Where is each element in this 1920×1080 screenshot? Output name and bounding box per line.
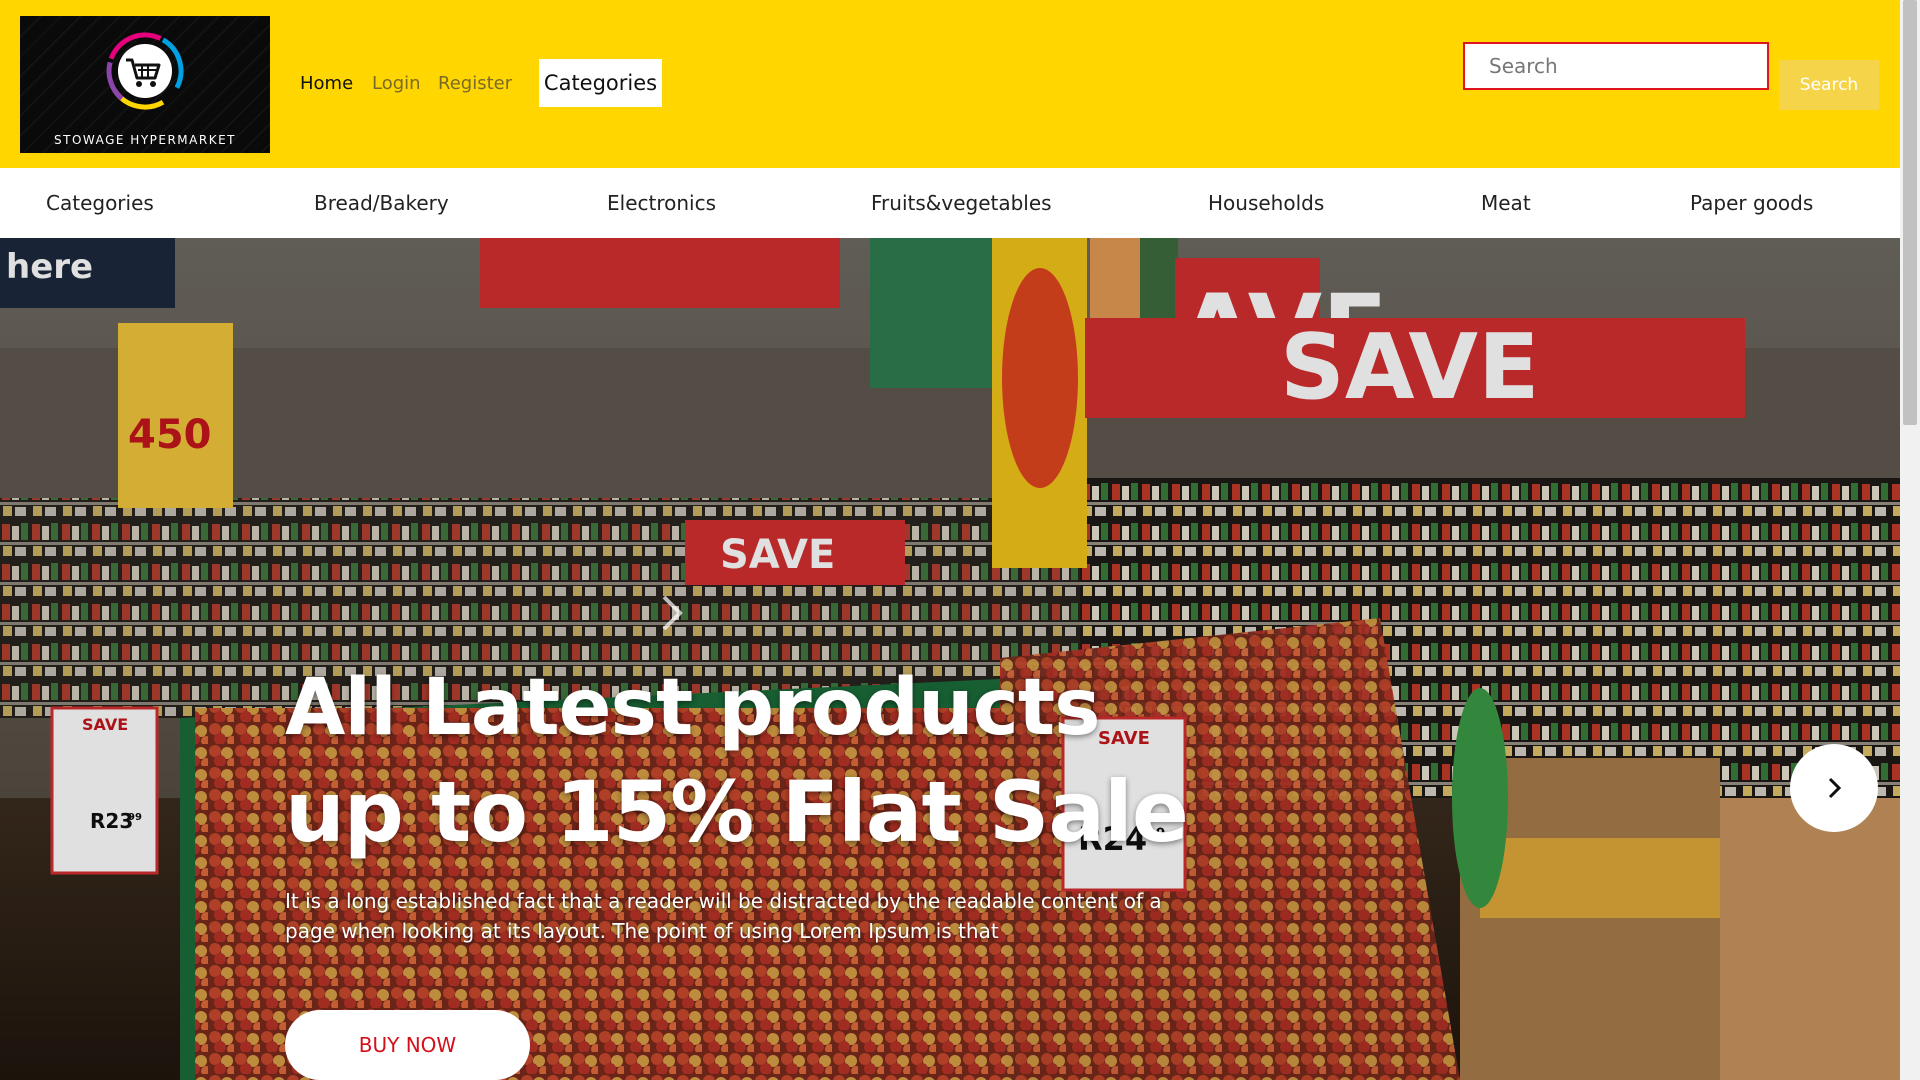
- hero-title-line1: All Latest products: [285, 663, 1101, 753]
- buy-now-button[interactable]: BUY NOW: [285, 1010, 530, 1080]
- next-slide-button[interactable]: [1790, 744, 1878, 832]
- chevron-right-faint-icon: [662, 595, 683, 631]
- shopping-cart-icon: [106, 32, 184, 110]
- category-item-paper-goods[interactable]: Paper goods: [1690, 191, 1813, 215]
- scrollbar-thumb[interactable]: [1903, 0, 1917, 425]
- logo-text: STOWAGE HYPERMARKET: [54, 133, 236, 147]
- nav-register-link[interactable]: Register: [438, 73, 512, 94]
- search-button[interactable]: Search: [1779, 60, 1879, 110]
- category-item-categories[interactable]: Categories: [46, 191, 154, 215]
- logo[interactable]: STOWAGE HYPERMARKET: [20, 16, 270, 153]
- search-input[interactable]: [1463, 42, 1769, 90]
- nav-categories-button[interactable]: Categories: [539, 59, 662, 107]
- chevron-right-icon: [1828, 777, 1842, 799]
- site-header: STOWAGE HYPERMARKET Home Login Register …: [0, 0, 1900, 168]
- nav-login-link[interactable]: Login: [372, 73, 421, 94]
- category-item-bread-bakery[interactable]: Bread/Bakery: [314, 191, 449, 215]
- nav-home-link[interactable]: Home: [300, 73, 353, 94]
- hero-slider: here 450 AVE SAVE SAVE SAVE R23: [0, 238, 1900, 1080]
- category-item-meat[interactable]: Meat: [1481, 191, 1531, 215]
- category-item-households[interactable]: Households: [1208, 191, 1324, 215]
- page-scrollbar[interactable]: [1900, 0, 1920, 1080]
- hero-title-line2: up to 15% Flat Sale: [285, 763, 1189, 861]
- hero-description: It is a long established fact that a rea…: [285, 889, 1162, 943]
- category-item-electronics[interactable]: Electronics: [607, 191, 716, 215]
- hero-background-image: here 450 AVE SAVE SAVE SAVE R23: [0, 238, 1900, 1080]
- category-bar: Categories Bread/Bakery Electronics Frui…: [0, 168, 1900, 238]
- category-item-fruits-vegetables[interactable]: Fruits&vegetables: [871, 191, 1052, 215]
